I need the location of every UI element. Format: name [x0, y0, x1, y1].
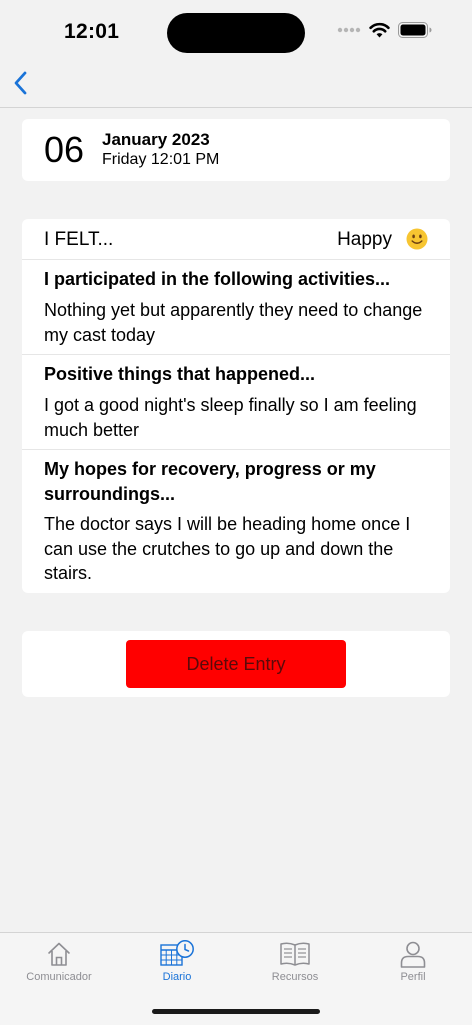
- delete-card: Delete Entry: [22, 631, 450, 697]
- hopes-title: My hopes for recovery, progress or my su…: [44, 459, 376, 504]
- hopes-section: My hopes for recovery, progress or my su…: [22, 449, 450, 593]
- date-day: 06: [44, 129, 85, 170]
- tab-comunicador[interactable]: Comunicador: [0, 939, 118, 991]
- book-icon: [280, 942, 310, 966]
- hopes-text: The doctor says I will be heading home o…: [44, 514, 411, 583]
- calendar-clock-icon: [160, 940, 194, 966]
- activities-text: Nothing yet but apparently they need to …: [44, 300, 423, 345]
- tab-recursos[interactable]: Recursos: [236, 939, 354, 991]
- back-button[interactable]: [10, 68, 38, 98]
- felt-label: I FELT...: [44, 229, 114, 250]
- battery-icon: [398, 22, 432, 38]
- tab-label-recursos: Recursos: [271, 971, 319, 983]
- person-icon: [400, 941, 426, 968]
- mood-value: Happy: [337, 229, 392, 250]
- positive-things-title: Positive things that happened...: [44, 364, 316, 384]
- positive-things-section: Positive things that happened... I got a…: [22, 354, 450, 450]
- home-indicator: [152, 1009, 320, 1014]
- status-time: 12:01: [64, 20, 120, 43]
- tab-label-diario: Diario: [162, 971, 192, 983]
- positive-things-text: I got a good night's sleep finally so I …: [44, 395, 417, 440]
- status-bar: 12:01: [0, 0, 472, 62]
- date-weekday-time: Friday 12:01 PM: [102, 151, 220, 168]
- home-icon: [48, 942, 70, 966]
- slightly-smiling-face-icon: [406, 228, 428, 250]
- activities-section: I participated in the following activiti…: [22, 259, 450, 355]
- felt-row: I FELT... Happy: [22, 219, 450, 260]
- date-card: 06 January 2023 Friday 12:01 PM: [22, 119, 450, 181]
- delete-entry-button[interactable]: Delete Entry: [126, 640, 346, 688]
- cellular-signal-icon: [337, 27, 361, 33]
- tab-diario[interactable]: Diario: [118, 939, 236, 991]
- tab-label-comunicador: Comunicador: [26, 971, 92, 983]
- dynamic-island: [167, 13, 305, 53]
- activities-title: I participated in the following activiti…: [44, 269, 391, 289]
- tab-label-perfil: Perfil: [400, 971, 426, 983]
- tab-perfil[interactable]: Perfil: [354, 939, 472, 991]
- wifi-icon: [369, 22, 390, 38]
- date-month-year: January 2023: [102, 130, 210, 149]
- chevron-left-icon: [14, 71, 27, 95]
- status-icons: [337, 22, 432, 38]
- navigation-bar: [0, 62, 472, 108]
- journal-entry-card: I FELT... Happy I participated in the fo…: [22, 219, 450, 593]
